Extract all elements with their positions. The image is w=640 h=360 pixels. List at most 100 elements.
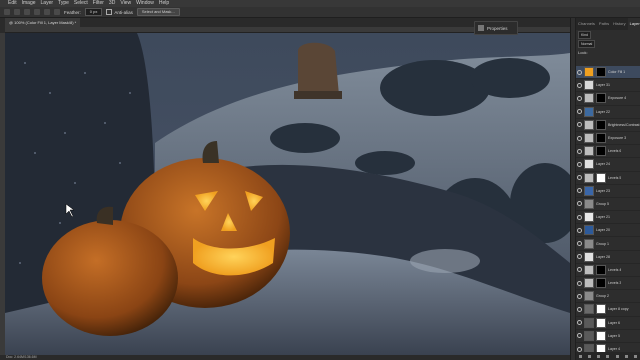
home-icon[interactable] (4, 9, 10, 15)
visibility-eye-icon[interactable] (577, 254, 582, 260)
layer-thumbnail[interactable] (584, 146, 594, 157)
tab-paths[interactable]: Paths (597, 18, 611, 30)
properties-panel[interactable]: Properties (474, 21, 518, 35)
add-mask-icon[interactable] (597, 354, 601, 358)
trash-icon[interactable] (633, 354, 637, 358)
visibility-eye-icon[interactable] (577, 333, 582, 339)
layer-row[interactable]: Layer 8 copy (576, 303, 640, 317)
layer-row[interactable]: Layer 21 (576, 211, 640, 225)
layer-thumbnail[interactable] (584, 225, 594, 236)
adjustment-icon[interactable] (606, 354, 610, 358)
layer-thumbnail[interactable] (584, 251, 594, 262)
visibility-eye-icon[interactable] (577, 95, 582, 101)
layer-thumbnail[interactable] (584, 291, 594, 302)
layer-thumbnail[interactable] (584, 264, 594, 275)
feather-input[interactable]: 0 px (84, 8, 103, 16)
intersect-selection-icon[interactable] (54, 9, 60, 15)
layer-thumbnail[interactable] (584, 330, 594, 341)
visibility-eye-icon[interactable] (577, 148, 582, 154)
layer-mask-thumbnail[interactable] (596, 304, 606, 315)
layer-row[interactable]: Levels 3 (576, 277, 640, 291)
layer-row[interactable]: Color Fill 1 (576, 66, 640, 80)
layer-mask-thumbnail[interactable] (596, 330, 606, 341)
fx-icon[interactable] (588, 354, 592, 358)
visibility-eye-icon[interactable] (577, 109, 582, 115)
layer-mask-thumbnail[interactable] (596, 133, 606, 144)
document-tab[interactable]: @ 100% (Color Fill 1, Layer Mask/8) * (5, 18, 81, 27)
new-group-icon[interactable] (615, 354, 619, 358)
layer-thumbnail[interactable] (584, 278, 594, 289)
layer-thumbnail[interactable] (584, 317, 594, 328)
visibility-eye-icon[interactable] (577, 227, 582, 233)
visibility-eye-icon[interactable] (577, 188, 582, 194)
layer-mask-thumbnail[interactable] (596, 119, 606, 130)
layer-thumbnail[interactable] (584, 172, 594, 183)
blend-mode-select[interactable]: Normal (578, 39, 596, 48)
visibility-eye-icon[interactable] (577, 320, 582, 326)
tab-history[interactable]: History (611, 18, 627, 30)
layer-row[interactable]: Layer 6 (576, 317, 640, 330)
menu-item-help[interactable]: Help (159, 0, 169, 7)
marquee-tool-icon[interactable] (14, 9, 20, 15)
layer-mask-thumbnail[interactable] (596, 264, 606, 275)
layer-thumbnail[interactable] (584, 198, 594, 209)
layer-thumbnail[interactable] (584, 133, 594, 144)
menu-item-layer[interactable]: Layer (41, 0, 54, 7)
layer-row[interactable]: Group 1 (576, 237, 640, 251)
layer-row[interactable]: Levels 6 (576, 145, 640, 159)
visibility-eye-icon[interactable] (577, 280, 582, 286)
tab-layers[interactable]: Layers (627, 18, 640, 30)
visibility-eye-icon[interactable] (577, 161, 582, 167)
link-layers-icon[interactable] (579, 354, 583, 358)
layer-row[interactable]: Layer 31 (576, 79, 640, 93)
document-canvas[interactable] (5, 33, 570, 355)
layer-thumbnail[interactable] (584, 212, 594, 223)
visibility-eye-icon[interactable] (577, 214, 582, 220)
layer-mask-thumbnail[interactable] (596, 67, 606, 78)
layer-thumbnail[interactable] (584, 238, 594, 249)
visibility-eye-icon[interactable] (577, 135, 582, 141)
layer-thumbnail[interactable] (584, 159, 594, 170)
layer-thumbnail[interactable] (584, 67, 594, 78)
layer-mask-thumbnail[interactable] (596, 172, 606, 183)
layer-mask-thumbnail[interactable] (596, 93, 606, 104)
layer-row[interactable]: Layer 5 (576, 330, 640, 343)
select-and-mask-button[interactable]: Select and Mask... (136, 8, 180, 16)
layer-thumbnail[interactable] (584, 93, 594, 104)
layer-mask-thumbnail[interactable] (596, 146, 606, 157)
add-selection-icon[interactable] (34, 9, 40, 15)
layer-row[interactable]: Layer 28 (576, 251, 640, 264)
layer-thumbnail[interactable] (584, 119, 594, 130)
layer-thumbnail[interactable] (584, 185, 594, 196)
layer-mask-thumbnail[interactable] (596, 278, 606, 289)
menu-item-edit[interactable]: Edit (8, 0, 17, 7)
layer-row[interactable]: Exposure 4 (576, 92, 640, 106)
layer-row[interactable]: Group 5 (576, 198, 640, 212)
menu-item-image[interactable]: Image (22, 0, 36, 7)
visibility-eye-icon[interactable] (577, 267, 582, 273)
menu-item-filter[interactable]: Filter (93, 0, 104, 7)
visibility-eye-icon[interactable] (577, 201, 582, 207)
antialias-checkbox[interactable]: Anti-alias (106, 7, 133, 18)
visibility-eye-icon[interactable] (577, 293, 582, 299)
layer-row[interactable]: Levels 5 (576, 172, 640, 185)
layer-row[interactable]: Layer 20 (576, 224, 640, 238)
layer-row[interactable]: Brightness/Contrast 4 (576, 119, 640, 132)
visibility-eye-icon[interactable] (577, 175, 582, 181)
layer-row[interactable]: Layer 23 (576, 185, 640, 198)
kind-filter-select[interactable]: Kind (578, 30, 592, 39)
layer-row[interactable]: Exposure 3 (576, 132, 640, 146)
new-selection-icon[interactable] (24, 9, 30, 15)
layer-row[interactable]: Layer 24 (576, 158, 640, 172)
visibility-eye-icon[interactable] (577, 82, 582, 88)
tab-channels[interactable]: Channels (576, 18, 597, 30)
layer-thumbnail[interactable] (584, 304, 594, 315)
layer-row[interactable]: Group 2 (576, 290, 640, 304)
visibility-eye-icon[interactable] (577, 241, 582, 247)
layer-mask-thumbnail[interactable] (596, 317, 606, 328)
layer-thumbnail[interactable] (584, 106, 594, 117)
subtract-selection-icon[interactable] (44, 9, 50, 15)
visibility-eye-icon[interactable] (577, 346, 582, 352)
layer-row[interactable]: Levels 4 (576, 264, 640, 277)
layer-thumbnail[interactable] (584, 80, 594, 91)
